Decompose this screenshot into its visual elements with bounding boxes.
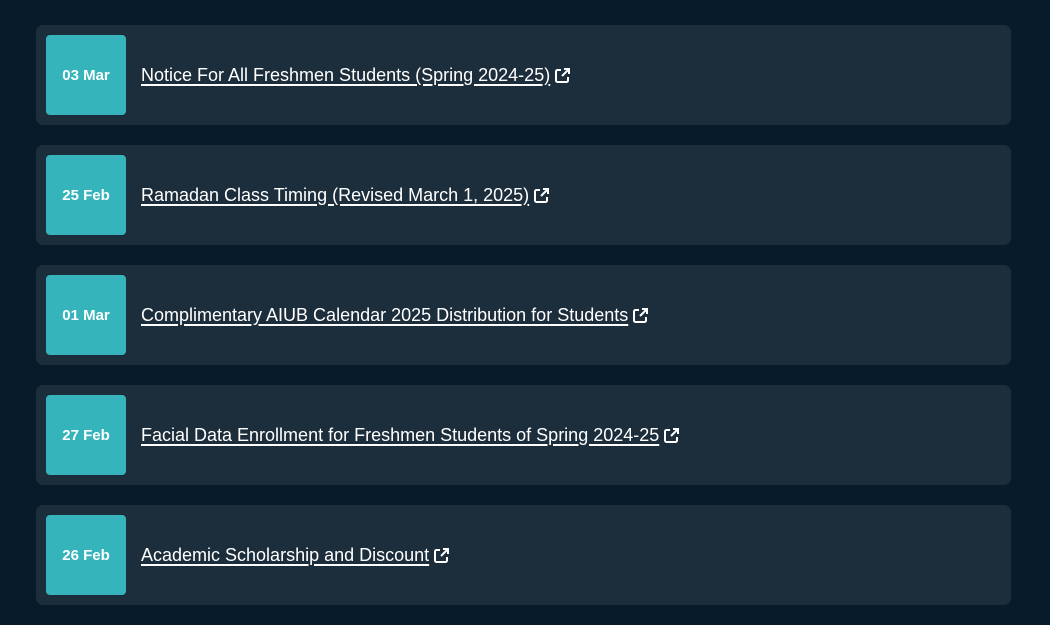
external-link-icon xyxy=(663,427,680,444)
notice-title: Notice For All Freshmen Students (Spring… xyxy=(141,64,551,85)
date-badge: 03 Mar xyxy=(46,35,126,115)
notice-title: Facial Data Enrollment for Freshmen Stud… xyxy=(141,424,660,445)
date-badge: 27 Feb xyxy=(46,395,126,475)
date-badge: 01 Mar xyxy=(46,275,126,355)
notice-item: 03 Mar Notice For All Freshmen Students … xyxy=(36,25,1011,125)
external-link-icon xyxy=(554,67,571,84)
notice-title: Academic Scholarship and Discount xyxy=(141,544,430,565)
notice-title: Complimentary AIUB Calendar 2025 Distrib… xyxy=(141,304,629,325)
notice-link[interactable]: Complimentary AIUB Calendar 2025 Distrib… xyxy=(141,305,649,326)
notice-title: Ramadan Class Timing (Revised March 1, 2… xyxy=(141,184,530,205)
notice-item: 25 Feb Ramadan Class Timing (Revised Mar… xyxy=(36,145,1011,245)
notice-list: 03 Mar Notice For All Freshmen Students … xyxy=(36,25,1011,625)
notice-item: 27 Feb Facial Data Enrollment for Freshm… xyxy=(36,385,1011,485)
notice-link[interactable]: Ramadan Class Timing (Revised March 1, 2… xyxy=(141,185,550,206)
notice-item: 26 Feb Academic Scholarship and Discount xyxy=(36,505,1011,605)
external-link-icon xyxy=(433,547,450,564)
external-link-icon xyxy=(632,307,649,324)
notice-link[interactable]: Academic Scholarship and Discount xyxy=(141,545,450,566)
date-badge: 26 Feb xyxy=(46,515,126,595)
notice-link[interactable]: Facial Data Enrollment for Freshmen Stud… xyxy=(141,425,680,446)
date-badge: 25 Feb xyxy=(46,155,126,235)
notice-item: 01 Mar Complimentary AIUB Calendar 2025 … xyxy=(36,265,1011,365)
notice-link[interactable]: Notice For All Freshmen Students (Spring… xyxy=(141,65,571,86)
external-link-icon xyxy=(533,187,550,204)
